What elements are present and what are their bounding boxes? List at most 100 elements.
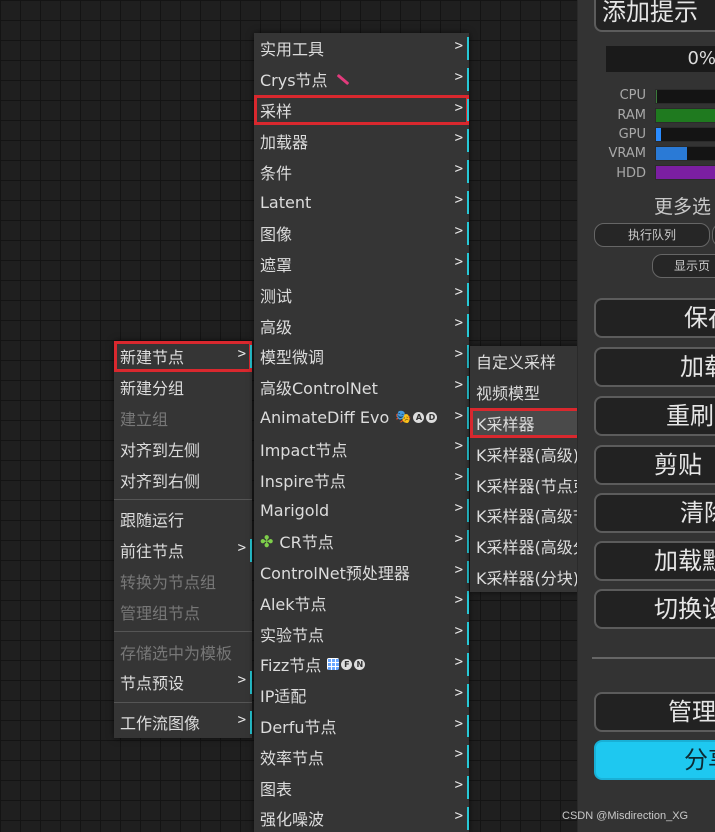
badge-d-icon: D: [426, 412, 438, 424]
submenu-indicator: [467, 776, 469, 799]
add-prompt-button[interactable]: 添加提示: [594, 0, 715, 32]
chevron-right-icon: >: [454, 561, 463, 578]
chevron-right-icon: >: [454, 807, 463, 824]
category-animatediff-evo[interactable]: AnimateDiff Evo 🎭 A D >: [254, 403, 469, 434]
category-testing[interactable]: 测试 >: [254, 279, 469, 310]
queue-button[interactable]: 执行队列: [594, 223, 710, 247]
menu-item-save-template[interactable]: 存储选中为模板: [114, 636, 252, 667]
submenu-indicator: [467, 622, 469, 645]
submenu-indicator: [467, 714, 469, 738]
category-model-tuning[interactable]: 模型微调 >: [254, 341, 469, 372]
category-advanced-controlnet[interactable]: 高级ControlNet >: [254, 372, 469, 403]
category-utils[interactable]: 实用工具 >: [254, 33, 469, 64]
puzzle-icon: ✤: [260, 531, 274, 551]
chevron-right-icon: >: [454, 161, 463, 178]
switch-button[interactable]: 切换设: [594, 589, 715, 629]
category-image[interactable]: 图像 >: [254, 218, 469, 249]
submenu-indicator: [467, 160, 469, 183]
menu-item-align-right[interactable]: 对齐到右侧: [114, 464, 252, 495]
submenu-indicator: [467, 190, 469, 214]
mask-icon: 🎭: [395, 410, 412, 426]
menu-item-workflow-image[interactable]: 工作流图像 >: [114, 707, 252, 738]
category-crys[interactable]: Crys节点 >: [254, 64, 469, 95]
submenu-indicator: [250, 670, 252, 694]
menu-item-new-group[interactable]: 新建分组: [114, 372, 252, 403]
refresh-button[interactable]: 重刷: [594, 396, 715, 436]
chevron-right-icon: >: [454, 746, 463, 763]
menu-item-align-left[interactable]: 对齐到左侧: [114, 433, 252, 464]
menu-item-label: 前往节点: [120, 542, 185, 562]
menu-item-label: 高级ControlNet: [260, 379, 378, 399]
chevron-right-icon: >: [454, 438, 463, 455]
menu-item-create-group[interactable]: 建立组: [114, 403, 252, 434]
menu-item-follow-run[interactable]: 跟随运行: [114, 504, 252, 535]
category-marigold[interactable]: Marigold >: [254, 495, 469, 526]
category-mask[interactable]: 遮罩 >: [254, 249, 469, 280]
menu-item-new-node[interactable]: 新建节点 >: [114, 341, 252, 372]
submenu-indicator: [467, 344, 469, 368]
chevron-right-icon: >: [454, 530, 463, 547]
menu-item-label: 加载器: [260, 132, 309, 152]
monitor-fill: [656, 109, 715, 122]
chevron-right-icon: >: [454, 623, 463, 640]
category-loaders[interactable]: 加载器 >: [254, 125, 469, 156]
clear-button[interactable]: 清除: [594, 493, 715, 533]
category-alek[interactable]: Alek节点 >: [254, 587, 469, 618]
pin-icon: [336, 73, 349, 85]
category-derfu[interactable]: Derfu节点 >: [254, 711, 469, 742]
badge-n-icon: N: [354, 658, 366, 670]
category-efficiency[interactable]: 效率节点 >: [254, 741, 469, 772]
category-cr[interactable]: ✤ CR节点 >: [254, 526, 469, 557]
submenu-indicator: [467, 468, 469, 491]
menu-item-label: 自定义采样: [476, 353, 557, 373]
chevron-right-icon: >: [454, 592, 463, 609]
submenu-indicator: [467, 406, 469, 430]
show-button[interactable]: 显示页: [652, 254, 715, 278]
category-noise[interactable]: 强化噪波 >: [254, 803, 469, 832]
monitor-fill: [656, 128, 662, 141]
menu-item-label: 对齐到左侧: [120, 440, 201, 460]
load-button[interactable]: 加载: [594, 347, 715, 387]
category-ip-adapter[interactable]: IP适配 >: [254, 680, 469, 711]
clipspace-button[interactable]: 剪贴: [594, 445, 715, 485]
category-latent[interactable]: Latent >: [254, 187, 469, 218]
category-advanced[interactable]: 高级 >: [254, 310, 469, 341]
menu-item-label: 管理组节点: [120, 603, 201, 623]
category-fizz[interactable]: Fizz节点 F N >: [254, 649, 469, 680]
menu-separator: [114, 631, 252, 633]
canvas-context-menu: 新建节点 > 新建分组 建立组 对齐到左侧 对齐到右侧 跟随运行 前往节点 > …: [114, 341, 252, 738]
category-chart[interactable]: 图表 >: [254, 772, 469, 803]
monitor-bar-ram: [655, 108, 715, 123]
category-conditioning[interactable]: 条件 >: [254, 156, 469, 187]
menu-item-convert-group-node[interactable]: 转换为节点组: [114, 566, 252, 597]
menu-item-manage-group-node[interactable]: 管理组节点: [114, 596, 252, 627]
submenu-indicator: [467, 683, 469, 707]
manage-button[interactable]: 管理: [594, 692, 715, 732]
chevron-right-icon: >: [454, 469, 463, 486]
category-impact[interactable]: Impact节点 >: [254, 433, 469, 464]
monitor-fill: [656, 90, 658, 103]
queue-progress: 0%: [606, 46, 715, 72]
load-default-button[interactable]: 加载默: [594, 541, 715, 581]
menu-item-label: 高级: [260, 317, 293, 337]
chevron-right-icon: >: [454, 345, 463, 362]
chevron-right-icon: >: [454, 315, 463, 332]
category-inspire[interactable]: Inspire节点 >: [254, 464, 469, 495]
submenu-indicator: [250, 538, 252, 562]
category-sampling[interactable]: 采样 >: [254, 94, 469, 126]
menu-item-label: Latent: [260, 192, 312, 212]
submenu-indicator: [250, 345, 252, 368]
category-experimental[interactable]: 实验节点 >: [254, 618, 469, 649]
share-button[interactable]: 分享: [594, 740, 715, 780]
chevron-right-icon: >: [237, 671, 246, 688]
menu-item-label: 建立组: [120, 409, 169, 429]
menu-item-node-presets[interactable]: 节点预设 >: [114, 667, 252, 698]
category-controlnet-preprocessors[interactable]: ControlNet预处理器 >: [254, 557, 469, 588]
menu-item-label: Alek节点: [260, 594, 327, 614]
submenu-indicator: [467, 745, 469, 769]
save-button[interactable]: 保存: [594, 298, 715, 338]
chevron-right-icon: >: [237, 539, 246, 556]
menu-item-label: 模型微调: [260, 348, 325, 368]
submenu-indicator: [467, 375, 469, 399]
menu-item-goto-node[interactable]: 前往节点 >: [114, 535, 252, 566]
